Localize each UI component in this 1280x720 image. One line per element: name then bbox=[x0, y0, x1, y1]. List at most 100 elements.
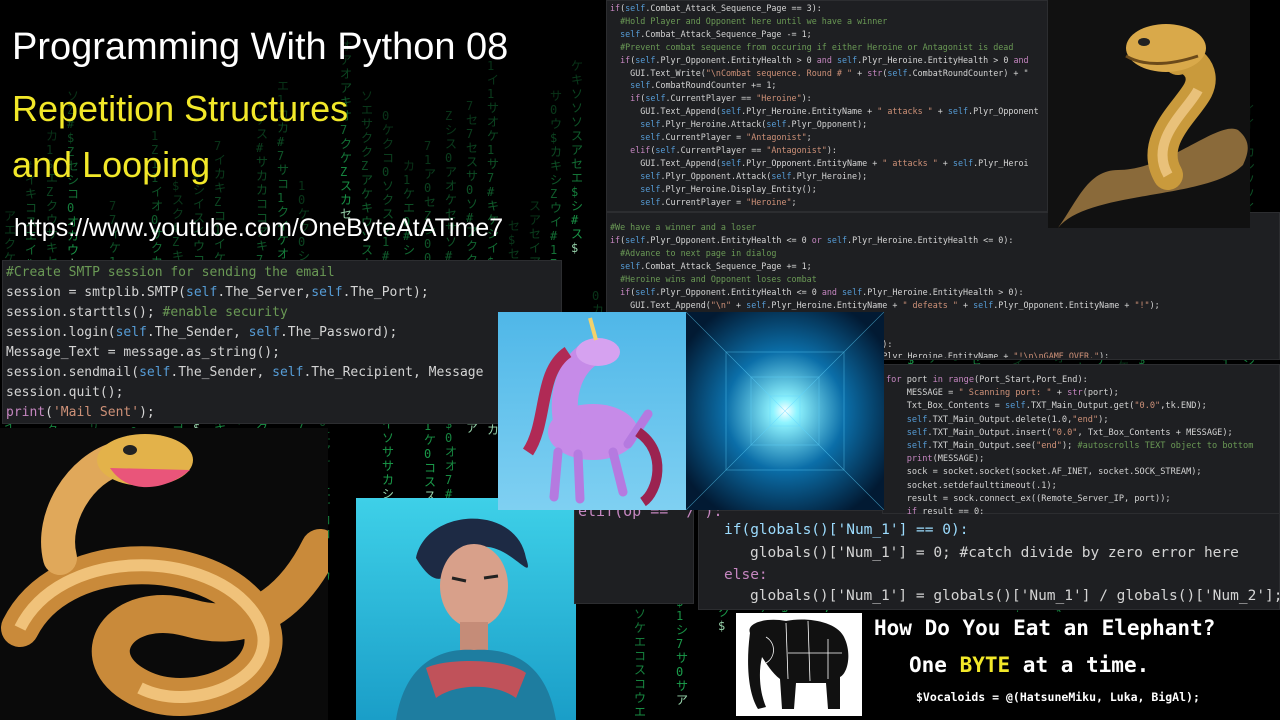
port-code-line: sock = socket.socket(socket.AF_INET, soc… bbox=[886, 467, 1202, 478]
matrix-glyph: $ bbox=[508, 233, 515, 247]
elephant-chart-image bbox=[736, 613, 862, 716]
matrix-glyph: ス bbox=[361, 243, 373, 257]
matrix-glyph: サ bbox=[361, 117, 373, 131]
smtp-code-line: #Create SMTP session for sending the ema… bbox=[6, 265, 335, 280]
matrix-glyph: キ bbox=[361, 201, 373, 215]
matrix-glyph: セ bbox=[466, 113, 478, 127]
matrix-glyph: カ bbox=[340, 193, 352, 207]
matrix-glyph: $ bbox=[718, 619, 725, 633]
matrix-glyph: 0 bbox=[424, 181, 431, 195]
matrix-glyph: ケ bbox=[445, 193, 457, 207]
smtp-code-line: Message_Text = message.as_string(); bbox=[6, 345, 280, 360]
matrix-glyph: セ bbox=[508, 219, 520, 233]
matrix-glyph: $ bbox=[571, 241, 578, 255]
port-scan-code: for port in range(Port_Start,Port_End): … bbox=[886, 374, 1278, 514]
matrix-glyph: 7 bbox=[676, 637, 683, 651]
combat-code-line: GUI.Text_Append("\n" + self.Plyr_Heroine… bbox=[610, 299, 1160, 310]
matrix-glyph: 0 bbox=[445, 431, 452, 445]
matrix-glyph: ス bbox=[424, 475, 436, 489]
combat-code-line: if(self.Plyr_Opponent.EntityHealth <= 0 … bbox=[610, 235, 1014, 246]
port-code-line: print(MESSAGE); bbox=[906, 454, 985, 465]
matrix-glyph: エ bbox=[634, 635, 646, 649]
matrix-glyph: サ bbox=[382, 445, 394, 459]
matrix-glyph: オ bbox=[277, 247, 289, 261]
matrix-glyph: 1 bbox=[487, 87, 494, 101]
matrix-glyph: 0 bbox=[424, 447, 431, 461]
matrix-glyph: ク bbox=[382, 193, 394, 207]
video-subtitle-line2: and Looping bbox=[12, 144, 211, 185]
matrix-glyph: イ bbox=[193, 197, 205, 211]
matrix-glyph: セ bbox=[424, 195, 436, 209]
matrix-glyph: キ bbox=[214, 181, 226, 195]
matrix-glyph: ウ bbox=[550, 117, 562, 131]
matrix-glyph: 0 bbox=[382, 165, 389, 179]
matrix-glyph: ソ bbox=[466, 197, 478, 211]
matrix-glyph: ク bbox=[151, 241, 163, 255]
matrix-glyph: セ bbox=[466, 141, 478, 155]
matrix-glyph: 0 bbox=[550, 103, 557, 117]
matrix-glyph: オ bbox=[151, 199, 163, 213]
matrix-glyph: ア bbox=[571, 143, 583, 157]
matrix-glyph: ケ bbox=[382, 123, 394, 137]
port-code-line: if result == 0: bbox=[906, 507, 985, 514]
combat-code-line: self.Combat_Attack_Sequence_Page += 1; bbox=[620, 261, 812, 272]
matrix-glyph: 0 bbox=[676, 665, 683, 679]
matrix-glyph: $ bbox=[67, 131, 74, 145]
matrix-glyph: ケ bbox=[109, 241, 121, 255]
matrix-glyph: ス bbox=[445, 137, 457, 151]
matrix-glyph: Z bbox=[46, 185, 53, 199]
matrix-glyph: コ bbox=[424, 461, 436, 475]
matrix-glyph: 1 bbox=[298, 179, 305, 193]
matrix-glyph: オ bbox=[340, 67, 352, 81]
heroine-image bbox=[356, 498, 576, 720]
matrix-glyph: ア bbox=[445, 165, 457, 179]
matrix-glyph: キ bbox=[550, 159, 562, 173]
port-code-line: self.TXT_Main_Output.see("end"); #autosc… bbox=[906, 441, 1254, 452]
matrix-glyph: ク bbox=[361, 145, 373, 159]
matrix-glyph: コ bbox=[256, 197, 268, 211]
unicorn-image bbox=[498, 312, 688, 510]
matrix-glyph: コ bbox=[382, 151, 394, 165]
divide-line-2: globals()['Num_1'] = 0; #catch divide by… bbox=[750, 545, 1239, 561]
matrix-glyph: ソ bbox=[634, 607, 646, 621]
matrix-glyph: ソ bbox=[382, 179, 394, 193]
elephant-headline: How Do You Eat an Elephant? bbox=[874, 616, 1216, 640]
matrix-glyph: サ bbox=[550, 89, 562, 103]
matrix-glyph: キ bbox=[25, 187, 37, 201]
matrix-glyph: ス bbox=[466, 155, 478, 169]
matrix-glyph: エ bbox=[361, 103, 373, 117]
matrix-glyph: 1 bbox=[151, 129, 158, 143]
combat-code-line: #Heroine wins and Opponent loses combat bbox=[620, 274, 817, 285]
matrix-glyph: Z bbox=[550, 187, 557, 201]
matrix-glyph: ア bbox=[676, 693, 688, 707]
matrix-glyph: 7 bbox=[109, 199, 116, 213]
elephant-tagline: One BYTE at a time. bbox=[909, 653, 1149, 677]
matrix-glyph: ス bbox=[529, 199, 541, 213]
port-code-line: for port in range(Port_Start,Port_End): bbox=[886, 375, 1088, 385]
matrix-glyph: コ bbox=[634, 649, 646, 663]
matrix-glyph: サ bbox=[256, 155, 268, 169]
matrix-glyph: キ bbox=[46, 241, 58, 255]
matrix-glyph: シ bbox=[676, 623, 688, 637]
matrix-glyph: 0 bbox=[592, 289, 599, 303]
matrix-glyph: ク bbox=[46, 199, 58, 213]
port-code-line: self.TXT_Main_Output.insert("0.0", Txt_B… bbox=[906, 427, 1233, 438]
matrix-glyph: カ bbox=[256, 183, 268, 197]
port-code-line: Txt_Box_Contents = self.TXT_Main_Output.… bbox=[886, 401, 1207, 412]
divide-line-3: else: bbox=[724, 567, 768, 583]
snake-top-image bbox=[1048, 0, 1250, 228]
matrix-glyph: ケ bbox=[403, 187, 415, 201]
tagline-post: at a time. bbox=[1010, 653, 1150, 677]
matrix-glyph: セ bbox=[571, 157, 583, 171]
matrix-glyph: サ bbox=[382, 459, 394, 473]
matrix-glyph: オ bbox=[445, 445, 457, 459]
matrix-glyph: # bbox=[277, 135, 285, 149]
matrix-glyph: # bbox=[550, 229, 558, 243]
matrix-glyph: 1 bbox=[403, 173, 410, 187]
tagline-byte: BYTE bbox=[959, 653, 1011, 677]
matrix-glyph: 1 bbox=[424, 153, 431, 167]
smtp-code-line: session.sendmail(self.The_Sender, self.T… bbox=[6, 365, 484, 380]
video-title: Programming With Python 08 bbox=[12, 26, 509, 68]
port-code-line: socket.setdefaulttimeout(.1); bbox=[886, 480, 1057, 491]
tagline-pre: One bbox=[909, 653, 960, 677]
